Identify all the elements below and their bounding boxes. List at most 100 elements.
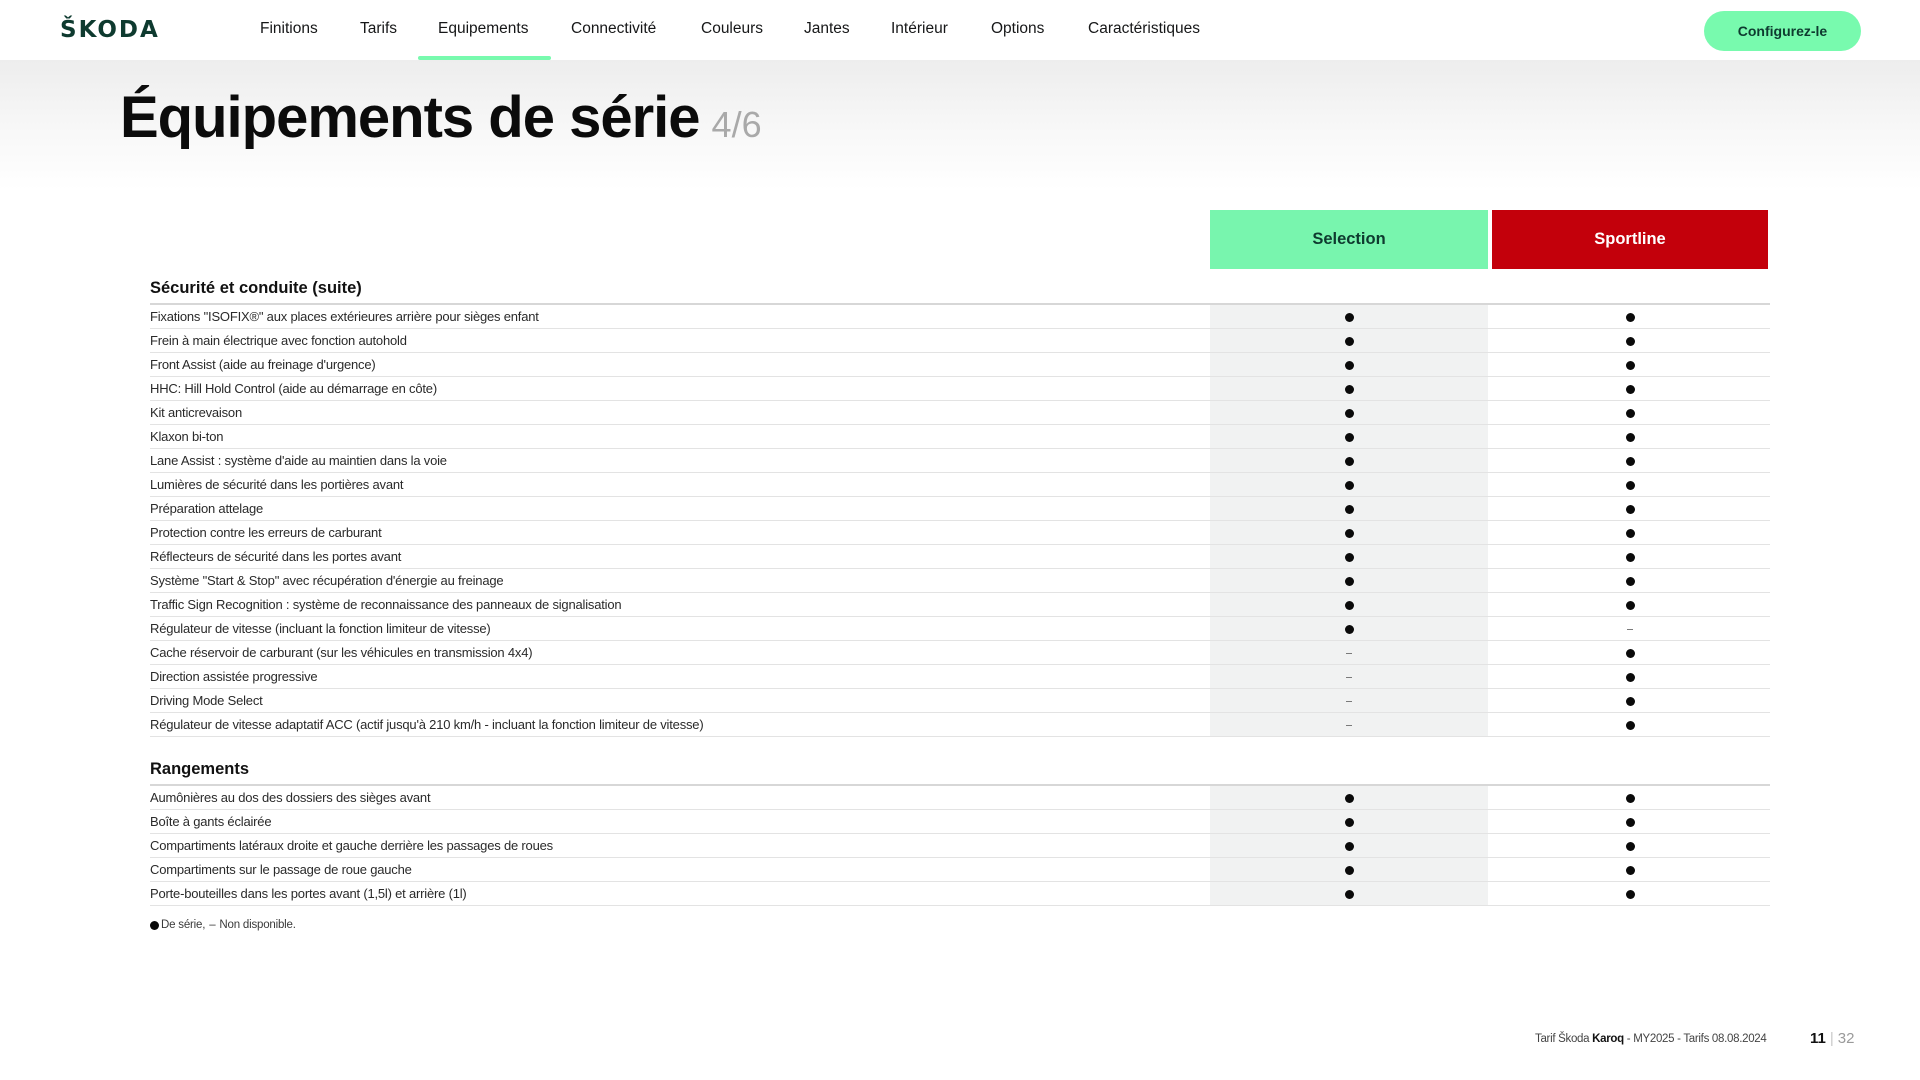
standard-dot-icon [1344,480,1354,490]
selection-availability-cell [1210,329,1488,353]
feature-label: Régulateur de vitesse (incluant la fonct… [150,621,491,636]
feature-label: Lane Assist : système d'aide au maintien… [150,453,447,468]
sportline-availability-cell [1492,641,1768,665]
table-row: Boîte à gants éclairée [150,810,1770,834]
standard-dot-icon [1625,600,1635,610]
sportline-availability-cell [1492,305,1768,329]
feature-label: Cache réservoir de carburant (sur les vé… [150,645,533,660]
standard-dot-icon [1344,360,1354,370]
standard-dot-icon [150,920,159,930]
table-row: Klaxon bi-ton [150,425,1770,449]
footer-model: Karoq [1592,1033,1624,1045]
feature-label: Frein à main électrique avec fonction au… [150,333,407,348]
feature-label: Préparation attelage [150,501,264,516]
nav-item-caracteristiques[interactable]: Caractéristiques [1088,20,1200,38]
selection-availability-cell [1210,882,1488,906]
sportline-availability-cell [1492,353,1768,377]
table-row: Compartiments latéraux droite et gauche … [150,834,1770,858]
page-current: 11 [1810,1030,1826,1047]
selection-availability-cell [1210,449,1488,473]
sportline-availability-cell [1492,689,1768,713]
feature-label: Compartiments latéraux droite et gauche … [150,838,553,853]
standard-dot-icon [1344,817,1354,827]
standard-dot-icon [1344,793,1354,803]
legend-standard-label: De série, [161,919,206,931]
sportline-availability-cell [1492,425,1768,449]
standard-dot-icon [1344,624,1354,634]
nav-item-finitions[interactable]: Finitions [260,20,318,38]
standard-dot-icon [1625,672,1635,682]
feature-label: Régulateur de vitesse adaptatif ACC (act… [150,717,704,732]
column-header-selection: Selection [1210,210,1488,269]
sportline-availability-cell [1492,786,1768,810]
sportline-availability-cell [1492,329,1768,353]
table-row: Front Assist (aide au freinage d'urgence… [150,353,1770,377]
table-row: Protection contre les erreurs de carbura… [150,521,1770,545]
standard-dot-icon [1344,576,1354,586]
selection-availability-cell [1210,353,1488,377]
table-row: Régulateur de vitesse adaptatif ACC (act… [150,713,1770,737]
unavailable-dash-icon [1346,724,1352,726]
standard-dot-icon [1344,504,1354,514]
standard-dot-icon [1625,408,1635,418]
sportline-availability-cell [1492,593,1768,617]
selection-availability-cell [1210,834,1488,858]
configure-button[interactable]: Configurez-le [1704,11,1861,51]
feature-label: HHC: Hill Hold Control (aide au démarrag… [150,381,437,396]
nav-item-interieur[interactable]: Intérieur [891,20,948,38]
page-title-text: Équipements de série [120,85,701,150]
standard-dot-icon [1344,528,1354,538]
standard-dot-icon [1625,889,1635,899]
feature-label: Porte-bouteilles dans les portes avant (… [150,886,467,901]
standard-dot-icon [1625,841,1635,851]
standard-dot-icon [1625,504,1635,514]
sportline-availability-cell [1492,882,1768,906]
sportline-availability-cell [1492,497,1768,521]
nav-item-connectivite[interactable]: Connectivité [571,20,656,38]
top-navigation: ŠKODA Finitions Tarifs Equipements Conne… [0,0,1920,60]
sportline-availability-cell [1492,569,1768,593]
unavailable-dash-icon [1346,676,1352,678]
selection-availability-cell [1210,377,1488,401]
sportline-availability-cell [1492,449,1768,473]
column-header-sportline: Sportline [1492,210,1768,269]
table-row: Régulateur de vitesse (incluant la fonct… [150,617,1770,641]
table-row: Fixations "ISOFIX®" aux places extérieur… [150,305,1770,329]
unavailable-dash-icon [1346,652,1352,654]
feature-label: Front Assist (aide au freinage d'urgence… [150,357,376,372]
sportline-availability-cell [1492,858,1768,882]
table-row: Système "Start & Stop" avec récupération… [150,569,1770,593]
selection-availability-cell [1210,497,1488,521]
section-title: Rangements [150,760,250,778]
nav-item-equipements[interactable]: Equipements [438,20,528,38]
table-row: Préparation attelage [150,497,1770,521]
nav-item-jantes[interactable]: Jantes [804,20,850,38]
feature-label: Réflecteurs de sécurité dans les portes … [150,549,402,564]
selection-availability-cell [1210,569,1488,593]
sportline-availability-cell [1492,377,1768,401]
unavailable-dash-icon [1346,700,1352,702]
unavailable-dash-icon [1627,628,1633,630]
nav-item-couleurs[interactable]: Couleurs [701,20,763,38]
nav-item-tarifs[interactable]: Tarifs [360,20,397,38]
selection-availability-cell [1210,665,1488,689]
selection-availability-cell [1210,473,1488,497]
standard-dot-icon [1625,312,1635,322]
standard-dot-icon [1625,817,1635,827]
feature-label: Boîte à gants éclairée [150,814,272,829]
legend: De série, – Non disponible. [150,919,296,931]
standard-dot-icon [1625,865,1635,875]
feature-label: Lumières de sécurité dans les portières … [150,477,404,492]
skoda-logo[interactable]: ŠKODA [60,17,160,43]
active-tab-indicator [418,56,551,60]
nav-item-options[interactable]: Options [991,20,1044,38]
feature-label: Fixations "ISOFIX®" aux places extérieur… [150,309,539,324]
table-row: Direction assistée progressive [150,665,1770,689]
selection-availability-cell [1210,858,1488,882]
feature-label: Traffic Sign Recognition : système de re… [150,597,622,612]
sportline-availability-cell [1492,401,1768,425]
standard-dot-icon [1625,384,1635,394]
feature-label: Klaxon bi-ton [150,429,224,444]
selection-availability-cell [1210,425,1488,449]
standard-dot-icon [1625,696,1635,706]
